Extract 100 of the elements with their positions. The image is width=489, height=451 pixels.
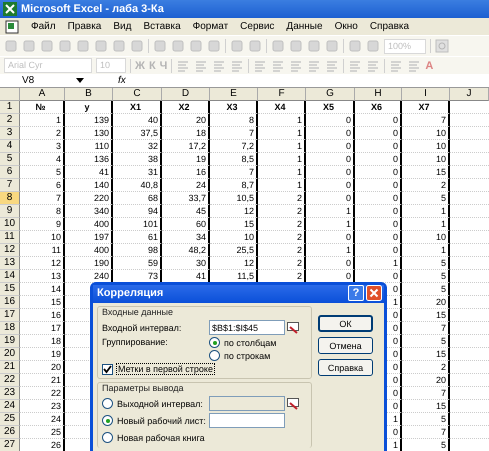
table-cell: 20 (402, 374, 450, 387)
table-cell: 26 (20, 439, 65, 451)
function-label[interactable]: fx (118, 75, 126, 86)
row-header[interactable]: 14 (0, 270, 20, 283)
checkbox[interactable] (102, 364, 113, 374)
radio-option[interactable]: Выходной интервал: (102, 398, 207, 409)
name-box[interactable]: V8 (0, 75, 72, 86)
group-title: Параметры вывода (102, 383, 184, 393)
workbook-icon[interactable] (5, 20, 19, 34)
table-cell: 33,7 (162, 192, 210, 205)
row-header[interactable]: 9 (0, 205, 20, 218)
input-field[interactable] (209, 413, 285, 428)
table-cell: 18 (162, 127, 210, 140)
radio-option[interactable]: Новый рабочий лист: (102, 415, 207, 426)
range-picker-icon[interactable] (287, 398, 299, 410)
select-all-corner[interactable] (0, 88, 20, 101)
row-header[interactable]: 3 (0, 127, 20, 140)
checkbox-label[interactable]: Метки в первой строке (116, 363, 215, 375)
row-header[interactable]: 6 (0, 166, 20, 179)
range-picker-icon[interactable] (287, 322, 299, 334)
close-icon[interactable] (366, 285, 382, 301)
dropdown-icon[interactable] (76, 78, 84, 83)
table-cell: 8,5 (210, 153, 258, 166)
menu-item[interactable]: Данные (286, 21, 323, 32)
row-header[interactable]: 17 (0, 309, 20, 322)
row-header[interactable]: 7 (0, 179, 20, 192)
menu-item[interactable]: Файл (31, 21, 56, 32)
table-cell: 2 (258, 231, 306, 244)
table-cell: 41 (65, 166, 113, 179)
dialog-button[interactable]: Справка (318, 359, 373, 376)
header-cell: X2 (162, 101, 210, 114)
menu-item[interactable]: Справка (370, 21, 410, 32)
row-header[interactable]: 1 (0, 101, 20, 114)
row-header[interactable]: 24 (0, 400, 20, 413)
menu-item[interactable]: Вид (113, 21, 132, 32)
input-field[interactable] (209, 396, 285, 411)
column-header[interactable]: C (113, 88, 162, 101)
column-header[interactable]: B (65, 88, 113, 101)
row-header[interactable]: 26 (0, 426, 20, 439)
row-header[interactable]: 16 (0, 296, 20, 309)
column-header[interactable]: A (20, 88, 65, 101)
dialog-button[interactable]: Отмена (318, 337, 373, 354)
row-header[interactable]: 18 (0, 322, 20, 335)
row-header[interactable]: 25 (0, 413, 20, 426)
row-header[interactable]: 10 (0, 218, 20, 231)
table-cell: 10 (402, 127, 450, 140)
table-cell: 5 (402, 283, 450, 296)
row-header[interactable]: 12 (0, 244, 20, 257)
row-header[interactable]: 2 (0, 114, 20, 127)
row-header[interactable]: 8 (0, 192, 20, 205)
table-cell: 0 (355, 179, 402, 192)
radio-option[interactable]: по строкам (209, 350, 276, 361)
help-button[interactable]: ? (348, 285, 364, 301)
row-header[interactable]: 19 (0, 335, 20, 348)
column-header[interactable]: D (162, 88, 210, 101)
dialog-button[interactable]: ОК (318, 315, 373, 332)
input-field[interactable]: $B$1:$I$45 (209, 320, 285, 335)
row-header[interactable]: 11 (0, 231, 20, 244)
row-header[interactable]: 20 (0, 348, 20, 361)
menu-item[interactable]: Окно (334, 21, 358, 32)
table-cell: 61 (113, 231, 162, 244)
table-cell: 2 (258, 205, 306, 218)
menu-item[interactable]: Сервис (240, 21, 274, 32)
table-cell: 48,2 (162, 244, 210, 257)
column-header[interactable]: G (306, 88, 355, 101)
row-header[interactable]: 27 (0, 439, 20, 451)
radio-option[interactable]: по столбцам (209, 337, 276, 348)
table-cell: 15 (402, 400, 450, 413)
menu-item[interactable]: Правка (68, 21, 102, 32)
row-header[interactable]: 23 (0, 387, 20, 400)
radio-option[interactable]: Новая рабочая книга (102, 432, 207, 443)
table-cell: 94 (113, 205, 162, 218)
row-header[interactable]: 22 (0, 374, 20, 387)
menu-item[interactable]: Формат (192, 21, 228, 32)
row-header[interactable]: 4 (0, 140, 20, 153)
column-header[interactable]: H (355, 88, 402, 101)
column-header[interactable]: E (210, 88, 258, 101)
column-header[interactable]: I (402, 88, 450, 101)
column-header[interactable]: J (450, 88, 489, 101)
table-cell: 10 (402, 140, 450, 153)
table-cell: 139 (65, 114, 113, 127)
row-header[interactable]: 5 (0, 153, 20, 166)
table-cell: 0 (355, 244, 402, 257)
row-header[interactable]: 13 (0, 257, 20, 270)
table-cell: 17,2 (162, 140, 210, 153)
table-cell: 3 (20, 140, 65, 153)
table-cell: 101 (113, 218, 162, 231)
column-header[interactable]: F (258, 88, 306, 101)
menu-item[interactable]: Вставка (143, 21, 181, 32)
table-cell: 1 (306, 244, 355, 257)
table-cell: 20 (20, 361, 65, 374)
row-header[interactable]: 15 (0, 283, 20, 296)
table-cell: 400 (65, 218, 113, 231)
table-cell: 0 (306, 231, 355, 244)
field-label: Входной интервал: (102, 322, 182, 332)
row-header[interactable]: 21 (0, 361, 20, 374)
table-cell: 190 (65, 257, 113, 270)
header-cell: X6 (355, 101, 402, 114)
table-cell: 15 (402, 166, 450, 179)
table-cell: 20 (402, 296, 450, 309)
